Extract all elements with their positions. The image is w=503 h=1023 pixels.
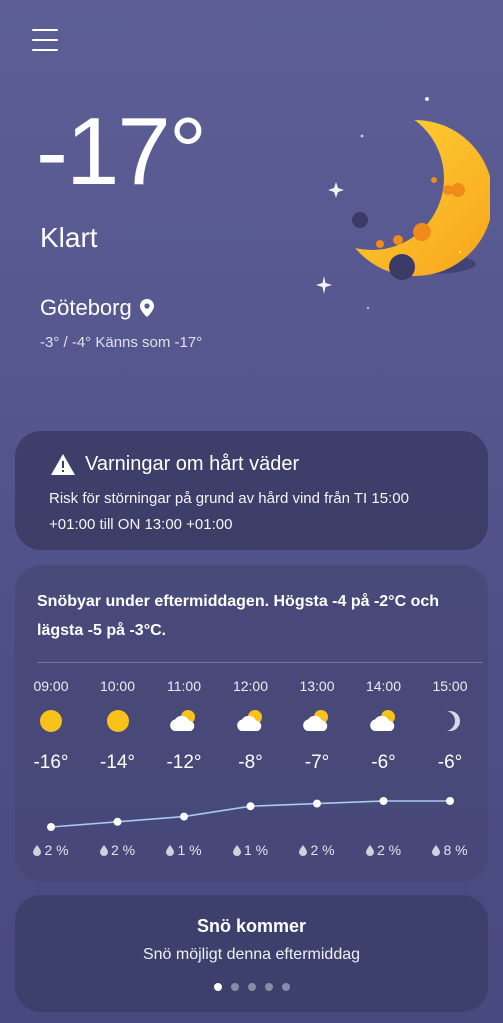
- crescent-moon-icon: [316, 97, 490, 310]
- temperature-point: [180, 812, 188, 821]
- snow-title: Snö kommer: [196, 916, 307, 936]
- severe-weather-warning-card[interactable]: Varningar om hårt väder Risk för störnin…: [15, 431, 488, 550]
- menu-button[interactable]: [32, 28, 58, 52]
- hour-precipitation: 1 %: [151, 842, 217, 858]
- raindrop-icon: [232, 844, 241, 856]
- hour-temperature: -14°: [99, 752, 136, 773]
- hour-precipitation: 8 %: [417, 842, 483, 858]
- current-condition: Klart: [40, 222, 98, 253]
- hour-precipitation: 2 %: [85, 842, 151, 858]
- sun-icon: [85, 708, 151, 734]
- hour-temperature: -8°: [238, 752, 263, 773]
- snow-subtitle: Snö möjligt denna eftermiddag: [142, 946, 361, 963]
- hour-time: 15:00: [432, 678, 468, 694]
- precip-value: 2 %: [110, 842, 136, 858]
- warning-icon: [51, 454, 75, 475]
- temperature-point: [113, 817, 122, 826]
- precip-value: 1 %: [243, 842, 269, 858]
- raindrop-icon: [166, 844, 175, 856]
- hour-time: 12:00: [232, 678, 269, 694]
- partly-cloudy-icon: [151, 708, 217, 734]
- hour-temperature: -6°: [371, 752, 396, 773]
- partly-cloudy-icon: [284, 708, 350, 734]
- hour-time: 13:00: [299, 678, 335, 694]
- precip-value: 2 %: [44, 842, 69, 858]
- raindrop-icon: [365, 844, 374, 856]
- temperature-point: [379, 797, 388, 805]
- hour-temperature: -16°: [33, 752, 69, 773]
- partly-cloudy-icon: [218, 708, 284, 734]
- hour-time: 10:00: [99, 678, 136, 694]
- hour-precipitation: 2 %: [284, 842, 350, 858]
- precip-value: 2 %: [310, 842, 335, 858]
- warning-text: Risk för störningar på grund av hård vin…: [49, 490, 409, 533]
- hour-precipitation: 1 %: [218, 842, 284, 858]
- hour-time: 09:00: [33, 678, 69, 694]
- hour-temperature: -7°: [304, 752, 330, 773]
- precip-value: 2 %: [376, 842, 402, 858]
- temperature-point: [246, 802, 255, 811]
- raindrop-icon: [99, 844, 108, 856]
- current-temperature: -17°: [36, 98, 207, 205]
- hour-temperature: -12°: [166, 752, 202, 773]
- warning-title: Varningar om hårt väder: [85, 453, 300, 475]
- hour-temperature: -6°: [437, 752, 463, 773]
- min-max-feels-like: -3° / -4° Känns som -17°: [40, 334, 203, 351]
- menu-icon-line: [32, 49, 58, 51]
- hour-precipitation: 2 %: [18, 842, 84, 858]
- hour-time: 14:00: [365, 678, 402, 694]
- snow-alert-card[interactable]: Snö kommer Snö möjligt denna eftermiddag: [15, 895, 488, 1012]
- pager-dots[interactable]: [15, 983, 488, 991]
- raindrop-icon: [33, 844, 42, 856]
- temperature-point: [446, 797, 454, 805]
- partly-cloudy-icon: [351, 708, 417, 734]
- hourly-forecast-list[interactable]: 09:00 -16° 2 % 10:00 -14° 2 % 11:00 -12° 1 % 12:0…: [15, 565, 488, 882]
- warning-header: Varningar om hårt väder: [51, 453, 454, 476]
- pager-dot[interactable]: [230, 983, 239, 991]
- pager-dot[interactable]: [213, 983, 222, 991]
- pager-dot[interactable]: [247, 983, 256, 991]
- pager-dot[interactable]: [281, 983, 290, 991]
- hourly-forecast-card[interactable]: Snöbyar under eftermiddagen. Högsta -4 p…: [15, 565, 488, 882]
- hour-precipitation: 2 %: [351, 842, 417, 858]
- pager-dot[interactable]: [264, 983, 273, 991]
- temperature-point: [47, 823, 55, 831]
- menu-icon-line: [32, 39, 58, 41]
- location-name: Göteborg: [40, 295, 132, 320]
- hour-time: 11:00: [167, 678, 201, 694]
- raindrop-icon: [432, 844, 441, 856]
- moon-icon: [417, 708, 483, 734]
- raindrop-icon: [299, 844, 308, 856]
- location-button[interactable]: Göteborg: [40, 295, 154, 321]
- temperature-point: [313, 799, 321, 808]
- menu-icon-line: [32, 29, 58, 31]
- precip-value: 1 %: [177, 842, 202, 858]
- precip-value: 8 %: [443, 842, 468, 858]
- sun-icon: [18, 708, 84, 734]
- location-pin-icon: [139, 299, 154, 317]
